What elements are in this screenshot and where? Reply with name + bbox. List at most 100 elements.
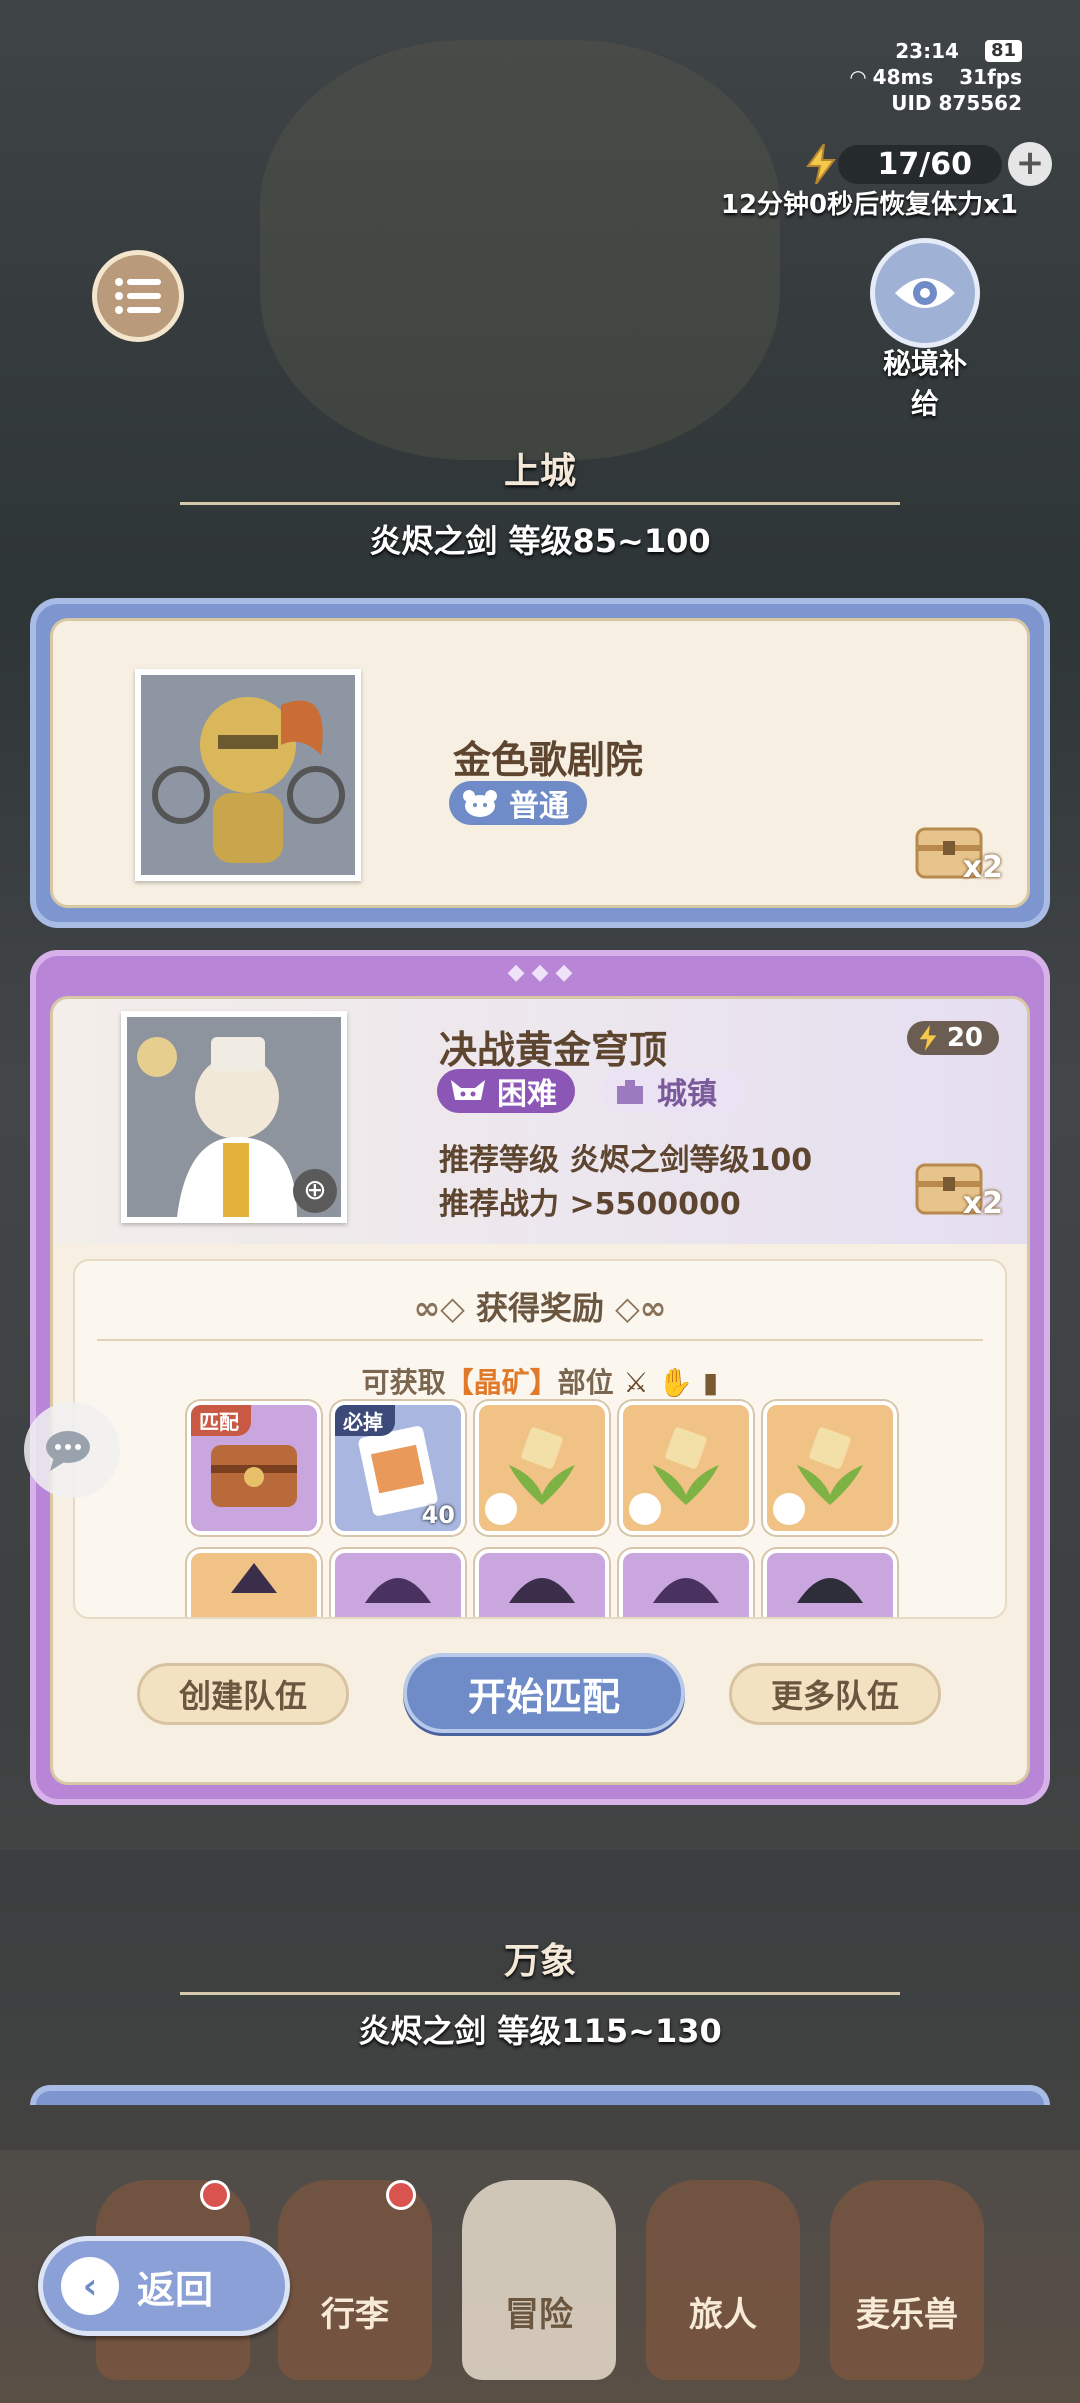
gear-item-icon	[365, 1578, 431, 1603]
wifi-icon: ◠	[850, 65, 873, 89]
reward-parts: 可获取【晶矿】部位 ⚔ ✋ ▮	[75, 1361, 1005, 1401]
boss-portrait-knight	[135, 669, 361, 881]
difficulty-tag-normal: 普通	[449, 781, 587, 825]
uid-label: UID 875562	[891, 91, 1022, 115]
dungeon-card-golden-opera[interactable]: 金色歌剧院 普通 x2	[30, 598, 1050, 928]
stamina-value: 17/60	[837, 144, 1002, 184]
add-stamina-button[interactable]: +	[1008, 142, 1052, 186]
chat-bubble-icon	[46, 1431, 90, 1471]
reward-item-gear-4[interactable]	[619, 1549, 753, 1617]
stamina-bar: 17/60 +	[804, 142, 1052, 186]
ornament-left-icon: ∞◇	[413, 1289, 476, 1327]
menu-button[interactable]	[92, 250, 184, 342]
section-subtitle-upper: 炎烬之剑 等级85~100	[369, 522, 711, 560]
background-ruins	[0, 1850, 1080, 2150]
chat-button[interactable]	[24, 1402, 120, 1498]
nav-item-pet[interactable]: 麦乐兽	[830, 2180, 984, 2380]
castle-icon	[617, 1080, 643, 1104]
battery-indicator: 81	[984, 40, 1022, 62]
ping-readout: ◠ 48ms	[850, 64, 933, 90]
parts-prefix: 可获取	[361, 1366, 446, 1399]
reward-panel: ∞◇ 获得奖励 ◇∞ 可获取【晶矿】部位 ⚔ ✋ ▮ 匹配 必掉 40	[73, 1259, 1007, 1619]
difficulty-label: 困难	[497, 1077, 557, 1112]
reward-item-gear-2[interactable]	[331, 1549, 465, 1617]
chest-multiplier: x2	[962, 1186, 1003, 1221]
section-subtitle-wanxiang: 炎烬之剑 等级115~130	[358, 2012, 722, 2050]
chest-icon: x2	[907, 1151, 1003, 1221]
crystal-plant-icon	[485, 1427, 575, 1525]
nav-item-bag[interactable]: 行李	[278, 2180, 432, 2380]
create-team-button[interactable]: 创建队伍	[137, 1663, 349, 1725]
gear-item-icon	[653, 1578, 719, 1603]
ornament-right-icon: ◇∞	[615, 1289, 667, 1327]
dungeon-name: 决战黄金穹顶	[439, 1028, 668, 1072]
back-button[interactable]: ‹ 返回	[38, 2236, 290, 2336]
start-match-button[interactable]: 开始匹配	[403, 1653, 685, 1733]
nav-item-traveler[interactable]: 旅人	[646, 2180, 800, 2380]
reward-item-crystal-plant-gloves[interactable]	[619, 1401, 753, 1535]
status-hud: 23:14 81 ◠ 48ms 31fps UID 875562	[850, 38, 1022, 116]
ping-value: 48ms	[872, 65, 934, 89]
dungeon-card-wanxiang-partial[interactable]	[30, 2085, 1050, 2105]
stamina-recover-text: 12分钟0秒后恢复体力x1	[720, 190, 1018, 220]
demon-icon	[451, 1080, 485, 1100]
secret-supply-button[interactable]: 秘境补给	[870, 238, 980, 422]
more-teams-button[interactable]: 更多队伍	[729, 1663, 941, 1725]
recommended-power: 推荐战力 >5500000	[439, 1187, 741, 1222]
gear-item-icon	[509, 1578, 575, 1603]
card-top-ornament: ◆ ◆ ◆	[507, 960, 573, 985]
gear-item-icon	[231, 1563, 277, 1593]
sword-icon: ⚔	[623, 1366, 649, 1399]
eye-icon	[895, 278, 955, 308]
bear-icon	[463, 790, 497, 817]
item-badge: 必掉	[335, 1405, 395, 1436]
reward-item-crystal-plant-weapon[interactable]	[475, 1401, 609, 1535]
boots-icon: ▮	[702, 1366, 719, 1399]
background-statue	[260, 40, 780, 460]
item-qty: 40	[421, 1501, 455, 1529]
reward-item-ticket[interactable]: 必掉 40	[331, 1401, 465, 1535]
reward-item-match-chest[interactable]: 匹配	[187, 1401, 321, 1535]
section-title-upper: 上城	[503, 451, 576, 492]
section-title-wanxiang: 万象	[503, 1941, 576, 1982]
dungeon-card-golden-dome: ◆ ◆ ◆ ⊕ 决战黄金穹顶 20 困难 城镇 推荐等级 炎烬之剑等级100 推…	[30, 950, 1050, 1805]
parts-highlight: 【晶矿】	[445, 1366, 558, 1399]
dungeon-name: 金色歌剧院	[453, 738, 644, 782]
recommended-level: 推荐等级 炎烬之剑等级100	[439, 1143, 813, 1178]
back-arrow-icon: ‹	[61, 2257, 119, 2315]
reward-title: ∞◇ 获得奖励 ◇∞	[75, 1283, 1005, 1329]
chest-multiplier: x2	[962, 850, 1003, 885]
back-label: 返回	[137, 2267, 214, 2312]
reward-item-gear-5[interactable]	[763, 1549, 897, 1617]
notification-dot	[386, 2180, 416, 2210]
energy-cost-value: 20	[946, 1023, 983, 1053]
lightning-icon	[919, 1025, 937, 1051]
chest-icon: x2	[907, 815, 1003, 885]
boss-portrait-character[interactable]: ⊕	[121, 1011, 347, 1223]
area-label: 城镇	[657, 1077, 717, 1112]
nav-item-adventure[interactable]: 冒险	[462, 2180, 616, 2380]
area-tag-town: 城镇	[601, 1069, 745, 1113]
difficulty-tag-hard: 困难	[437, 1069, 575, 1113]
section-divider	[180, 1992, 900, 1995]
crystal-plant-icon	[773, 1427, 863, 1525]
reward-title-text: 获得奖励	[475, 1289, 604, 1327]
secret-supply-label: 秘境补给	[882, 347, 967, 420]
gloves-icon: ✋	[658, 1366, 694, 1399]
crystal-plant-icon	[629, 1427, 719, 1525]
item-badge: 匹配	[191, 1405, 251, 1436]
zoom-icon[interactable]: ⊕	[293, 1169, 337, 1213]
parts-suffix: 部位	[557, 1366, 614, 1399]
section-divider	[180, 502, 900, 505]
list-icon	[115, 278, 161, 314]
fps-readout: 31fps	[959, 65, 1022, 89]
reward-item-gear-3[interactable]	[475, 1549, 609, 1617]
reward-divider	[97, 1339, 983, 1341]
reward-item-gear-1[interactable]	[187, 1549, 321, 1617]
energy-cost: 20	[906, 1021, 999, 1055]
clock: 23:14	[895, 39, 959, 63]
difficulty-label: 普通	[509, 789, 569, 824]
gear-item-icon	[797, 1578, 863, 1603]
lightning-icon	[804, 144, 838, 184]
reward-item-crystal-plant-boots[interactable]	[763, 1401, 897, 1535]
